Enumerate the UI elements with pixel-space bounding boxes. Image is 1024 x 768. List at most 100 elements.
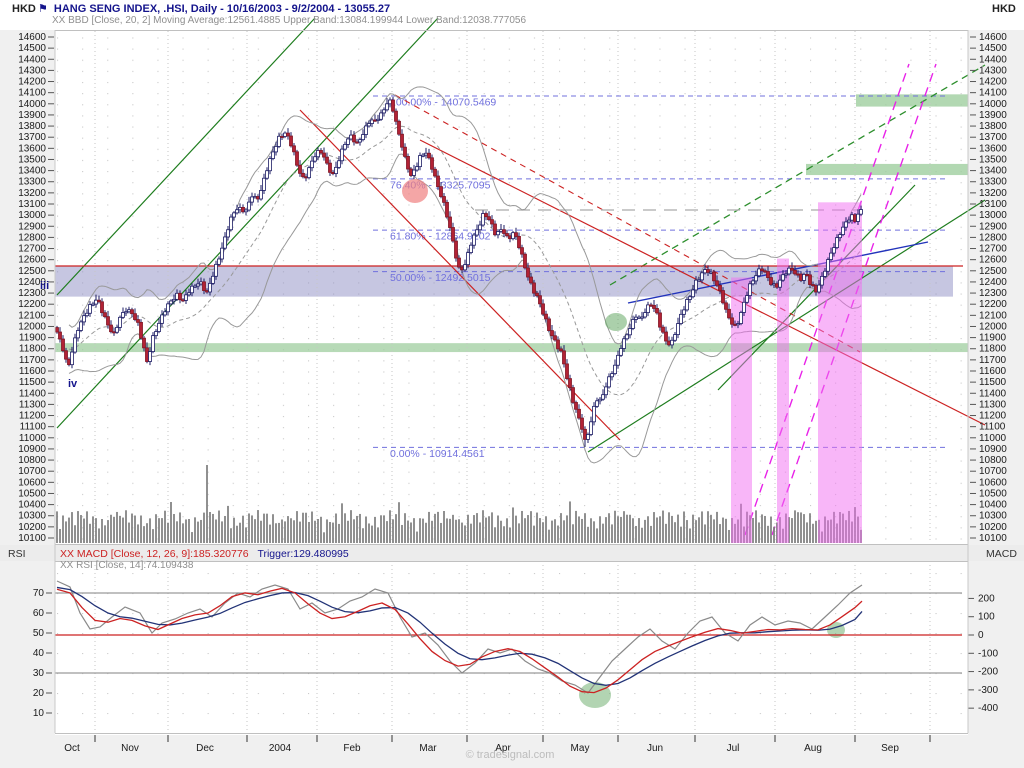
- candle-body: [554, 336, 557, 340]
- volume-bar: [266, 514, 268, 543]
- volume-bar: [452, 515, 454, 543]
- candle-body: [311, 161, 314, 168]
- price-tick-label-right: 10900: [979, 444, 1007, 455]
- volume-bar: [473, 515, 475, 543]
- candle-body: [587, 435, 590, 440]
- candle-body: [236, 210, 239, 213]
- candle-body: [251, 197, 254, 202]
- candle-body: [353, 135, 356, 142]
- candle-body: [830, 253, 833, 259]
- candle-body: [125, 312, 128, 313]
- price-tick-label-left: 12000: [18, 321, 46, 332]
- candle-body: [77, 330, 80, 337]
- candle-body: [650, 305, 653, 306]
- volume-bar: [431, 521, 433, 543]
- volume-bar: [86, 511, 88, 543]
- candle-body: [410, 169, 413, 175]
- candle-body: [542, 304, 545, 314]
- volume-bar: [767, 526, 769, 543]
- volume-bar: [803, 514, 805, 543]
- volume-bar: [344, 513, 346, 543]
- volume-bar: [422, 519, 424, 543]
- candle-body: [530, 277, 533, 283]
- candle-body: [173, 299, 176, 301]
- candle-body: [305, 177, 308, 178]
- candle-body: [725, 303, 728, 309]
- volume-bar: [278, 523, 280, 543]
- candle-body: [80, 322, 83, 331]
- volume-bar: [359, 514, 361, 543]
- bollinger-legend: XX BBD [Close, 20, 2] Moving Average:125…: [52, 15, 526, 26]
- candle-body: [782, 275, 785, 280]
- price-tick-label-right: 10700: [979, 466, 1007, 477]
- volume-bar: [449, 519, 451, 543]
- volume-bar: [611, 524, 613, 543]
- candle-body: [98, 300, 101, 302]
- candle-body: [752, 281, 755, 284]
- candle-body: [383, 110, 386, 113]
- volume-bar: [482, 510, 484, 543]
- candle-body: [590, 422, 593, 435]
- volume-bar: [68, 518, 70, 543]
- candle-body: [164, 312, 167, 315]
- candle-body: [293, 146, 296, 152]
- price-tick-label-left: 10300: [18, 511, 46, 522]
- month-label: Aug: [804, 743, 822, 754]
- candle-body: [269, 159, 272, 171]
- volume-bar: [74, 525, 76, 543]
- candle-body: [389, 100, 392, 104]
- volume-bar: [416, 532, 418, 543]
- candle-body: [440, 187, 443, 197]
- candle-body: [95, 300, 98, 304]
- volume-bar: [647, 516, 649, 543]
- candle-body: [191, 286, 194, 293]
- candle-body: [797, 274, 800, 275]
- volume-bar: [764, 516, 766, 543]
- candle-body: [674, 335, 677, 341]
- chart-title: HANG SENG INDEX, .HSI, Daily - 10/16/200…: [54, 3, 390, 15]
- volume-bar: [191, 532, 193, 543]
- price-tick-label-right: 11600: [979, 366, 1007, 377]
- candle-body: [479, 225, 482, 230]
- volume-bar: [428, 512, 430, 543]
- candle-body: [392, 100, 395, 111]
- candle-body: [266, 171, 269, 178]
- volume-bar: [248, 513, 250, 543]
- price-tick-label-right: 11200: [979, 411, 1007, 422]
- background-layer: [0, 30, 1024, 768]
- month-label: Dec: [196, 743, 214, 754]
- candle-body: [185, 295, 188, 301]
- price-tick-label-right: 14300: [979, 65, 1007, 76]
- volume-bar: [155, 514, 157, 543]
- volume-bar: [494, 527, 496, 543]
- volume-bar: [515, 516, 517, 543]
- price-tick-label-right: 10600: [979, 477, 1007, 488]
- candle-body: [557, 340, 560, 349]
- volume-bar: [650, 526, 652, 543]
- candle-body: [344, 144, 347, 149]
- candle-body: [428, 153, 431, 158]
- candle-body: [521, 248, 524, 254]
- volume-bar: [137, 524, 139, 543]
- candle-body: [491, 220, 494, 224]
- volume-bar: [566, 515, 568, 543]
- volume-bar: [302, 513, 304, 543]
- candle-body: [515, 233, 518, 237]
- volume-bar: [614, 511, 616, 543]
- price-tick-label-right: 12100: [979, 310, 1007, 321]
- volume-bar: [281, 519, 283, 543]
- volume-bar: [329, 522, 331, 543]
- candle-body: [137, 320, 140, 323]
- candle-body: [356, 142, 359, 143]
- candle-body: [695, 280, 698, 290]
- volume-bar: [128, 523, 130, 543]
- candle-body: [452, 228, 455, 242]
- volume-bar: [725, 519, 727, 543]
- candle-body: [371, 120, 374, 124]
- volume-bar: [398, 502, 400, 543]
- candle-body: [74, 338, 77, 352]
- price-tick-label-left: 14200: [18, 77, 46, 88]
- candle-body: [395, 111, 398, 121]
- volume-bar: [221, 521, 223, 543]
- price-tick-label-right: 13200: [979, 188, 1007, 199]
